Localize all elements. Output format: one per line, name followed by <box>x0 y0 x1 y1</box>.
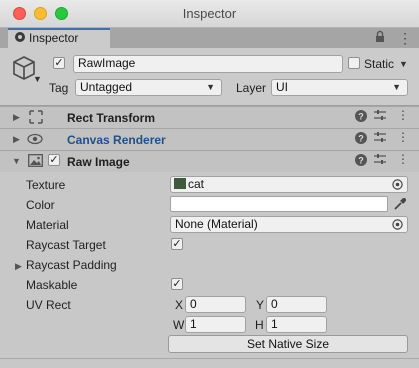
uv-h-value: 1 <box>271 317 278 331</box>
rect-transform-title: Rect Transform <box>67 111 156 125</box>
uv-y-value: 0 <box>271 297 278 311</box>
uv-h-input[interactable]: 1 <box>266 316 327 333</box>
help-icon[interactable]: ? <box>355 110 367 125</box>
chevron-down-icon: ▼ <box>206 82 215 92</box>
texture-value: cat <box>188 177 205 191</box>
layer-dropdown[interactable]: UI ▼ <box>271 79 408 96</box>
raycast-padding-foldout-icon[interactable]: ▶ <box>15 261 22 272</box>
tag-label: Tag <box>49 81 69 95</box>
window-title: Inspector <box>182 6 237 21</box>
raycast-target-label: Raycast Target <box>26 238 106 252</box>
gameobject-name-text: RawImage <box>78 56 136 70</box>
material-value: None (Material) <box>175 217 258 231</box>
maskable-label: Maskable <box>26 278 78 292</box>
gameobject-active-checkbox[interactable]: ✓ <box>53 57 65 69</box>
texture-object-field[interactable]: cat <box>170 176 408 193</box>
help-icon[interactable]: ? <box>355 154 367 169</box>
foldout-collapsed-icon[interactable]: ▶ <box>13 134 20 145</box>
tag-dropdown-value: Untagged <box>80 80 133 94</box>
uv-w-label[interactable]: W <box>173 318 184 332</box>
texture-label: Texture <box>26 178 66 192</box>
uv-x-label[interactable]: X <box>175 298 183 312</box>
info-icon <box>15 32 25 42</box>
component-menu-icon[interactable]: ⋮ <box>397 152 409 166</box>
lock-icon[interactable] <box>373 30 387 44</box>
canvas-renderer-eye-icon <box>27 132 43 146</box>
raycast-target-checkbox[interactable]: ✓ <box>171 238 183 250</box>
static-dropdown-arrow-icon[interactable]: ▼ <box>399 59 408 69</box>
raycast-padding-label[interactable]: Raycast Padding <box>26 258 117 272</box>
svg-text:?: ? <box>358 112 364 122</box>
material-label: Material <box>26 218 69 232</box>
presets-icon[interactable] <box>374 153 386 168</box>
presets-icon[interactable] <box>374 131 386 146</box>
material-object-field[interactable]: None (Material) <box>170 216 408 233</box>
uv-w-value: 1 <box>190 317 197 331</box>
component-menu-icon[interactable]: ⋮ <box>397 108 409 122</box>
raw-image-enabled-checkbox[interactable]: ✓ <box>48 154 60 166</box>
color-label: Color <box>26 198 55 212</box>
static-checkbox[interactable] <box>348 57 360 69</box>
uv-x-value: 0 <box>190 297 197 311</box>
uv-y-label[interactable]: Y <box>256 298 264 312</box>
static-label: Static <box>364 57 395 71</box>
raw-image-title: Raw Image <box>67 155 130 169</box>
gameobject-name-input[interactable]: RawImage <box>73 55 343 73</box>
uv-x-input[interactable]: 0 <box>185 296 246 313</box>
texture-thumbnail <box>174 178 186 189</box>
chevron-down-icon: ▼ <box>392 82 401 92</box>
help-icon[interactable]: ? <box>355 132 367 147</box>
tag-dropdown[interactable]: Untagged ▼ <box>75 79 222 96</box>
object-picker-icon[interactable] <box>392 219 403 230</box>
component-divider <box>0 358 419 359</box>
icon-picker-arrow-icon[interactable]: ▼ <box>33 74 42 84</box>
tab-inspector-label: Inspector <box>29 31 79 45</box>
uv-w-input[interactable]: 1 <box>185 316 246 333</box>
layer-label: Layer <box>236 81 267 95</box>
tab-menu-icon[interactable]: ⋮ <box>398 30 412 47</box>
presets-icon[interactable] <box>374 109 386 124</box>
eyedropper-icon[interactable] <box>393 197 407 211</box>
layer-dropdown-value: UI <box>276 80 288 94</box>
canvas-renderer-title: Canvas Renderer <box>67 133 166 147</box>
rect-transform-icon <box>29 110 43 124</box>
uv-rect-label: UV Rect <box>26 298 71 312</box>
svg-text:?: ? <box>358 156 364 166</box>
color-field[interactable] <box>170 196 388 212</box>
uv-y-input[interactable]: 0 <box>266 296 327 313</box>
maskable-checkbox[interactable]: ✓ <box>171 278 183 290</box>
uv-h-label[interactable]: H <box>255 318 264 332</box>
foldout-expanded-icon[interactable]: ▼ <box>12 156 21 166</box>
component-menu-icon[interactable]: ⋮ <box>397 130 409 144</box>
svg-text:?: ? <box>358 134 364 144</box>
raw-image-icon <box>28 154 43 167</box>
set-native-size-button[interactable]: Set Native Size <box>168 335 408 353</box>
foldout-collapsed-icon[interactable]: ▶ <box>13 112 20 123</box>
object-picker-icon[interactable] <box>392 179 403 190</box>
